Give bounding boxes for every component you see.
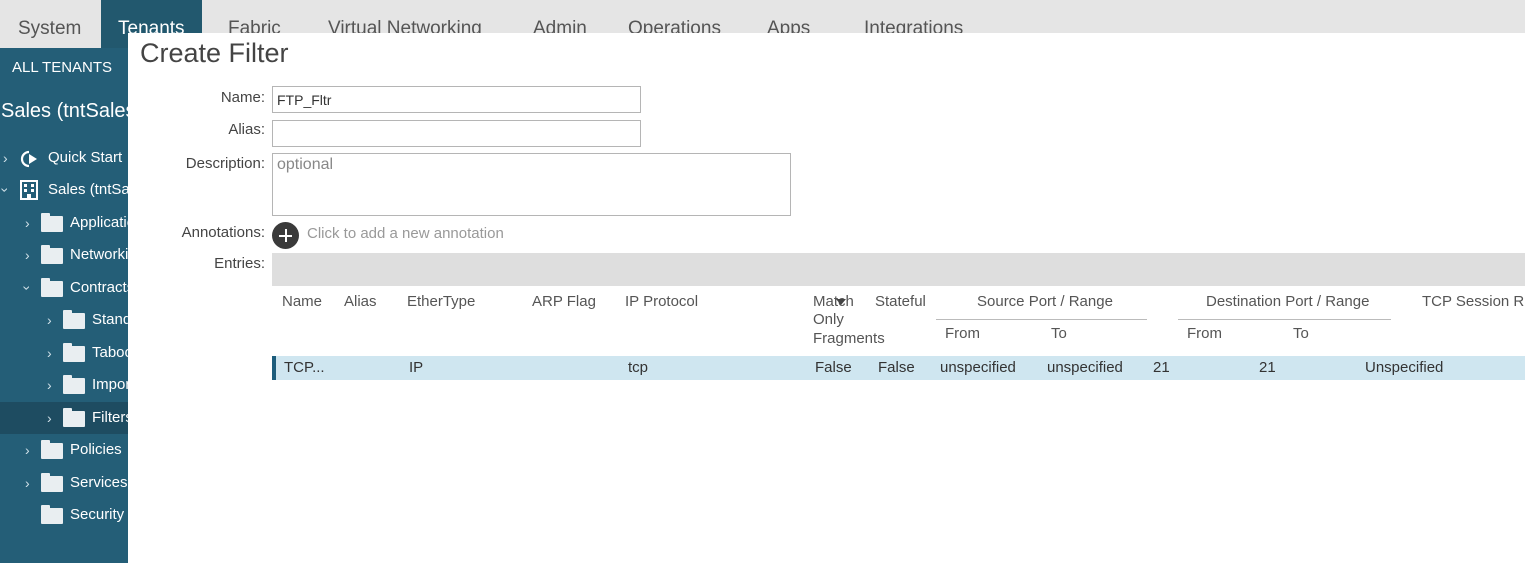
column-header-match-only-fragments: Fragments (813, 330, 885, 347)
column-group-divider (1178, 319, 1391, 320)
cell-ip-protocol: tcp (628, 359, 649, 376)
sidebar-item-imported[interactable]: › Imported (0, 369, 128, 401)
column-header-alias[interactable]: Alias (344, 293, 377, 310)
column-group-destination-port: Destination Port / Range (1206, 293, 1370, 310)
sidebar-item-tenant[interactable]: › Sales (tntSales) (0, 174, 128, 206)
column-header-match-only-fragments: Only (813, 311, 844, 328)
name-field[interactable] (272, 86, 641, 113)
folder-icon (41, 245, 63, 264)
cell-ethertype: IP (409, 359, 424, 376)
sidebar: ALL TENANTS Sales (tntSales) › Quick Sta… (0, 48, 128, 563)
chevron-right-icon: › (47, 345, 52, 361)
sidebar-item-networking[interactable]: › Networking (0, 239, 128, 271)
sidebar-item-label: Sales (tntSales) (48, 181, 128, 198)
chevron-down-icon: › (0, 188, 13, 193)
add-annotation-link[interactable]: Click to add a new annotation (307, 225, 504, 242)
column-header-source-to[interactable]: To (1051, 325, 1067, 342)
sidebar-item-label: Filters (92, 409, 128, 426)
chevron-right-icon: › (25, 442, 30, 458)
folder-icon (41, 213, 63, 232)
description-label: Description: (185, 155, 265, 172)
chevron-right-icon: › (47, 312, 52, 328)
folder-icon (41, 505, 63, 524)
cell-name: TCP... (284, 359, 325, 376)
entries-toolbar (272, 253, 1525, 286)
sidebar-item-services[interactable]: › Services (0, 467, 128, 499)
folder-icon (41, 278, 63, 297)
tenant-title: Sales (tntSales) (1, 100, 128, 122)
cell-source-to: unspecified (1047, 359, 1123, 376)
sidebar-item-policies[interactable]: › Policies (0, 434, 128, 466)
sidebar-item-label: Policies (70, 441, 122, 458)
sidebar-item-label: Services (70, 474, 128, 491)
cell-stateful: False (878, 359, 915, 376)
column-header-tcp-session-rules[interactable]: TCP Session Rules (1422, 293, 1525, 310)
folder-icon (63, 408, 85, 427)
sidebar-item-label: Security (70, 506, 125, 523)
sidebar-item-quick-start[interactable]: › Quick Start (0, 142, 128, 174)
column-header-name[interactable]: Name (282, 293, 322, 310)
folder-icon (63, 310, 85, 329)
entries-label: Entries: (214, 255, 265, 272)
column-header-destination-to[interactable]: To (1293, 325, 1309, 342)
chevron-right-icon: › (3, 150, 8, 166)
building-icon (19, 180, 39, 205)
row-selection-marker (272, 356, 276, 380)
sidebar-item-standard[interactable]: › Standard (0, 304, 128, 336)
column-group-divider (936, 319, 1147, 320)
chevron-right-icon: › (25, 215, 30, 231)
column-group-source-port: Source Port / Range (977, 293, 1113, 310)
sidebar-item-taboos[interactable]: › Taboos (0, 337, 128, 369)
sidebar-item-label: Application Profiles (70, 214, 128, 231)
cell-destination-to: 21 (1259, 359, 1276, 376)
column-header-arp-flag[interactable]: ARP Flag (532, 293, 596, 310)
sidebar-item-security[interactable]: Security (0, 499, 128, 531)
alias-field[interactable] (272, 120, 641, 147)
column-header-stateful[interactable]: Stateful (875, 293, 926, 310)
column-header-match-only-fragments[interactable]: Match (813, 293, 854, 310)
sidebar-item-application-profiles[interactable]: › Application Profiles (0, 207, 128, 239)
quick-start-icon (18, 150, 40, 173)
cell-match-only-fragments: False (815, 359, 852, 376)
add-annotation-icon[interactable] (272, 222, 299, 249)
tab-system[interactable]: System (0, 0, 101, 48)
cell-tcp-session-rules: Unspecified (1365, 359, 1444, 376)
annotations-label: Annotations: (181, 224, 265, 241)
folder-icon (63, 343, 85, 362)
sort-arrow-icon[interactable] (836, 299, 846, 305)
description-field[interactable] (272, 153, 791, 216)
sidebar-item-contracts[interactable]: › Contracts (0, 272, 128, 304)
column-header-ethertype[interactable]: EtherType (407, 293, 475, 310)
name-label: Name: (220, 89, 265, 106)
folder-icon (41, 440, 63, 459)
folder-icon (41, 473, 63, 492)
chevron-right-icon: › (47, 377, 52, 393)
all-tenants-link[interactable]: ALL TENANTS (12, 59, 112, 76)
sidebar-item-label: Networking (70, 246, 128, 263)
column-header-source-from[interactable]: From (945, 325, 980, 342)
sidebar-item-filters[interactable]: › Filters (0, 402, 128, 434)
chevron-right-icon: › (25, 475, 30, 491)
sidebar-item-label: Quick Start (48, 149, 123, 166)
dialog-title: Create Filter (140, 38, 289, 68)
folder-icon (63, 375, 85, 394)
sidebar-item-label: Standard (92, 311, 128, 328)
chevron-right-icon: › (25, 247, 30, 263)
create-filter-dialog: Create Filter Name: Alias: Description: … (128, 33, 1525, 563)
table-row[interactable]: TCP... IP tcp False False unspecified un… (272, 356, 1525, 380)
sidebar-item-label: Imported (92, 376, 128, 393)
alias-label: Alias: (228, 121, 265, 138)
chevron-right-icon: › (47, 410, 52, 426)
chevron-down-icon: › (19, 285, 36, 291)
sidebar-item-label: Taboos (92, 344, 128, 361)
cell-source-from: unspecified (940, 359, 1016, 376)
column-header-ip-protocol[interactable]: IP Protocol (625, 293, 698, 310)
cell-destination-from: 21 (1153, 359, 1170, 376)
sidebar-item-label: Contracts (70, 279, 128, 296)
column-header-destination-from[interactable]: From (1187, 325, 1222, 342)
